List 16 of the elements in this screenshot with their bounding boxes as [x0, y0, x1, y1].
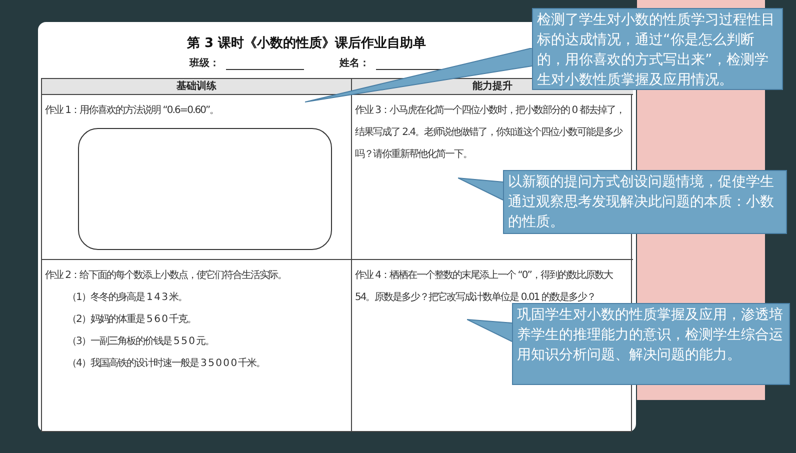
- callout-pointer: [467, 319, 513, 342]
- field-label: 姓名：: [340, 56, 370, 70]
- callout: 以新颖的提问方式创设问题情境，促使学生通过观察思考发现解决此问题的本质：小数的性质。: [503, 170, 787, 234]
- exercise-text: （2）妈妈的体重是 5 6 0 千克。: [66, 312, 196, 327]
- exercise-text: （3）一副三角板的价钱是 5 5 0 元。: [66, 334, 214, 349]
- exercise-text: （4）我国高铁的设计时速一般是 3 5 0 0 0 千米。: [66, 356, 266, 371]
- callout: 检测了学生对小数的性质学习过程性目标的达成情况，通过“你是怎么判断的，用你喜欢的方式写出来”，检测学生对小数性质掌握及应用情况。: [532, 8, 783, 90]
- document-title: 第 3 课时《小数的性质》课后作业自助单: [186, 34, 426, 52]
- exercise-text: （1）冬冬的身高是 1 4 3 米。: [66, 290, 188, 305]
- field-label: 班级：: [190, 56, 220, 70]
- column-header: 基础训练: [42, 79, 352, 95]
- callout: 巩固学生对小数的性质掌握及应用，渗透培养学生的推理能力的意识，检测学生综合运用知识分析问题、解决问题的能力。: [512, 303, 790, 385]
- exercise-text: 作业 2：给下面的每个数添上小数点，使它们符合生活实际。: [45, 268, 287, 283]
- exercise-text: 作业 3：小马虎在化简一个四位小数时，把小数部分的 0 都去掉了，结果写成了 2.4。老师说他做错了，你知道这个四位小数可能是多少吗？请你重新帮他化简一下。: [355, 104, 626, 162]
- exercise-text: 作业 4：栖栖在一个整数的末尾添上一个 “0”，得到的数比原数大 54。原数是多少？把它改写成计数单位是 0.01 的数是多少？: [355, 268, 614, 305]
- exercise-text: 作业 1：用你喜欢的方法说明 “0.6=0.60”。: [45, 104, 219, 118]
